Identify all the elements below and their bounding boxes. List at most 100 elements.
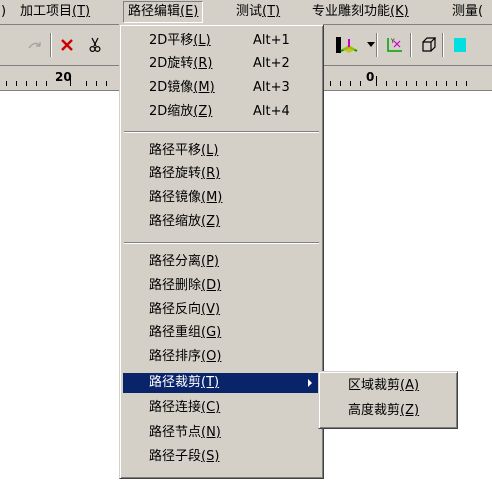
menu-label: 测试 <box>236 4 263 19</box>
menu-path-edit[interactable]: 路径编辑(E) <box>123 1 204 23</box>
ruler-tick <box>46 81 47 86</box>
menu-item-label: 路径节点(N) <box>149 425 221 440</box>
menu-item-label: 路径缩放(Z) <box>149 214 221 229</box>
menu-item-path-separate[interactable]: 路径分离(P) <box>123 252 320 272</box>
submenu-item-height-clip[interactable]: 高度裁剪(Z) <box>322 401 454 421</box>
xy-axis-icon[interactable]: Y <box>384 34 406 56</box>
color-swatch-icon[interactable] <box>450 34 472 56</box>
ruler-tick <box>330 81 331 86</box>
delete-icon[interactable] <box>56 34 78 56</box>
chevron-down-icon[interactable] <box>360 34 382 56</box>
ruler-label: 0 <box>366 70 375 84</box>
ruler-tick <box>396 81 397 86</box>
ruler-tick <box>36 81 37 86</box>
menu-item-2d-rotate[interactable]: 2D旋转(R) Alt+2 <box>123 54 320 74</box>
menu-label: 加工项目 <box>20 4 73 19</box>
cube-icon[interactable] <box>418 34 440 56</box>
menu-item-label: 2D平移(L) <box>149 33 211 48</box>
ruler-tick <box>456 81 457 86</box>
cut-icon[interactable] <box>84 34 106 56</box>
menu-bar: ) 加工项目(T) 路径编辑(E) 测试(T) 专业雕刻功能(K) 测量( <box>0 0 492 25</box>
submenu-arrow-icon <box>308 379 312 387</box>
menu-key: (E) <box>180 4 199 19</box>
menu-item-path-delete[interactable]: 路径删除(D) <box>123 276 320 296</box>
ruler-tick <box>350 81 351 86</box>
menu-item-label: 路径镜像(M) <box>149 190 223 205</box>
axis-3d-icon[interactable] <box>338 34 360 56</box>
toolbar-separator <box>376 33 378 57</box>
ruler-tick <box>386 81 387 86</box>
ruler-tick <box>86 81 87 86</box>
menu-item-label: 2D旋转(R) <box>149 56 213 71</box>
menu-item-2d-scale[interactable]: 2D缩放(Z) Alt+4 <box>123 102 320 122</box>
menu-item-shortcut: Alt+1 <box>253 33 290 48</box>
menu-item-path-scale[interactable]: 路径缩放(Z) <box>123 212 320 232</box>
menu-item-path-regroup[interactable]: 路径重组(G) <box>123 323 320 343</box>
menu-label: 专业雕刻功能 <box>312 4 391 19</box>
submenu-item-area-clip[interactable]: 区域裁剪(A) <box>322 376 454 396</box>
menu-key: (T) <box>262 4 281 19</box>
menu-item-label: 路径反向(V) <box>149 302 221 317</box>
redo-icon[interactable] <box>24 34 46 56</box>
toolbar-separator <box>50 33 52 57</box>
menu-item-path-nodes[interactable]: 路径节点(N) <box>123 423 320 443</box>
ruler-tick <box>16 81 17 86</box>
ruler-tick <box>26 81 27 86</box>
ruler-tick <box>6 81 7 86</box>
menu-key: (K) <box>390 4 409 19</box>
menu-item-path-rotate[interactable]: 路径旋转(R) <box>123 164 320 184</box>
menu-item-path-clip[interactable]: 路径裁剪(T) <box>123 373 320 393</box>
ruler-tick <box>376 76 377 86</box>
menu-item-label: 路径子段(S) <box>149 449 220 464</box>
menu-item-shortcut: Alt+4 <box>253 104 290 119</box>
menu-item-label: 区域裁剪(A) <box>348 378 420 393</box>
menu-item-label: 路径分离(P) <box>149 254 219 269</box>
menu-label: 测量( <box>452 4 484 19</box>
menu-item-2d-mirror[interactable]: 2D镜像(M) Alt+3 <box>123 78 320 98</box>
menu-key: (T) <box>72 4 91 19</box>
ruler-tick <box>466 81 467 86</box>
ruler-tick <box>416 81 417 86</box>
ruler-tick <box>406 81 407 86</box>
toolbar-separator <box>410 33 412 57</box>
menu-item-label: 高度裁剪(Z) <box>348 403 420 418</box>
ruler-tick <box>96 81 97 86</box>
ruler-tick <box>360 81 361 86</box>
menu-item-2d-move[interactable]: 2D平移(L) Alt+1 <box>123 31 320 51</box>
toolbar-separator <box>442 33 444 57</box>
menu-item-path-sort[interactable]: 路径排序(O) <box>123 347 320 367</box>
menu-item-path-mirror[interactable]: 路径镜像(M) <box>123 188 320 208</box>
menu-item-path-connect[interactable]: 路径连接(C) <box>123 398 320 418</box>
menu-item-label: 路径重组(G) <box>149 325 222 340</box>
menu-item-label: 路径旋转(R) <box>149 166 221 181</box>
menu-separator <box>124 131 319 133</box>
ruler-tick <box>106 81 107 86</box>
menu-process-items[interactable]: 加工项目(T) <box>16 2 94 22</box>
ruler-tick <box>70 76 71 86</box>
menu-item-shortcut: Alt+2 <box>253 56 290 71</box>
menu-label: 路径编辑 <box>128 4 181 19</box>
ruler-tick <box>436 81 437 86</box>
menu-item-label: 路径删除(D) <box>149 278 222 293</box>
menu-item-path-subsegment[interactable]: 路径子段(S) <box>123 447 320 467</box>
menu-item-label: 路径裁剪(T) <box>149 375 220 390</box>
svg-text:Y: Y <box>390 38 395 45</box>
menu-item-label: 2D缩放(Z) <box>149 104 213 119</box>
menu-item-label: 路径连接(C) <box>149 400 221 415</box>
menubar-edge-fragment: ) <box>1 4 7 19</box>
menu-item-label: 路径排序(O) <box>149 349 222 364</box>
menu-measure[interactable]: 测量( <box>448 2 487 22</box>
path-clip-submenu: 区域裁剪(A) 高度裁剪(Z) <box>318 371 458 429</box>
menu-separator <box>124 242 319 244</box>
ruler-tick <box>426 81 427 86</box>
menu-engraving[interactable]: 专业雕刻功能(K) <box>308 2 413 22</box>
menu-item-path-move[interactable]: 路径平移(L) <box>123 141 320 161</box>
menu-item-label: 2D镜像(M) <box>149 80 215 95</box>
ruler-tick <box>340 81 341 86</box>
ruler-tick <box>446 81 447 86</box>
menu-item-label: 路径平移(L) <box>149 143 219 158</box>
path-edit-dropdown: 2D平移(L) Alt+1 2D旋转(R) Alt+2 2D镜像(M) Alt+… <box>119 24 324 479</box>
menu-test[interactable]: 测试(T) <box>232 2 284 22</box>
menu-item-shortcut: Alt+3 <box>253 80 290 95</box>
menu-item-path-reverse[interactable]: 路径反向(V) <box>123 300 320 320</box>
